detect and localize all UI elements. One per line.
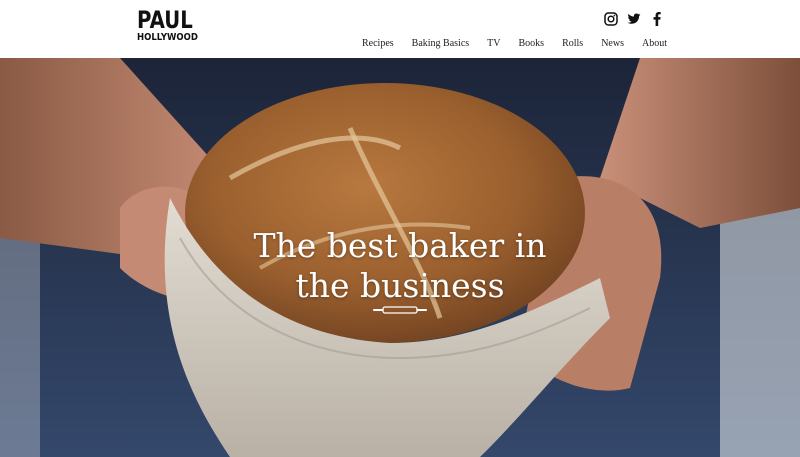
nav-item-news[interactable]: News — [601, 38, 624, 49]
brand-logo-line2: HOLLYWOOD — [137, 32, 198, 43]
twitter-icon[interactable] — [627, 12, 641, 26]
nav-item-rolls[interactable]: Rolls — [562, 38, 583, 49]
instagram-icon[interactable] — [604, 12, 618, 26]
social-links — [604, 12, 664, 26]
facebook-icon[interactable] — [650, 12, 664, 26]
nav-item-baking-basics[interactable]: Baking Basics — [412, 38, 470, 49]
main-nav: Recipes Baking Basics TV Books Rolls New… — [362, 38, 667, 49]
rolling-pin-icon — [373, 306, 427, 314]
hero-headline-line1: The best baker in — [253, 226, 547, 265]
nav-item-tv[interactable]: TV — [487, 38, 500, 49]
site-header: PAUL HOLLYWOOD Recipes Baking Basics TV … — [0, 0, 800, 58]
nav-item-about[interactable]: About — [642, 38, 667, 49]
hero-headline: The best baker in the business — [200, 226, 600, 306]
hero-banner: The best baker in the business — [0, 58, 800, 457]
brand-logo[interactable]: PAUL HOLLYWOOD — [137, 8, 209, 43]
nav-item-recipes[interactable]: Recipes — [362, 38, 394, 49]
brand-logo-line1: PAUL — [137, 6, 193, 34]
nav-item-books[interactable]: Books — [519, 38, 545, 49]
hero-headline-line2: the business — [295, 266, 505, 305]
